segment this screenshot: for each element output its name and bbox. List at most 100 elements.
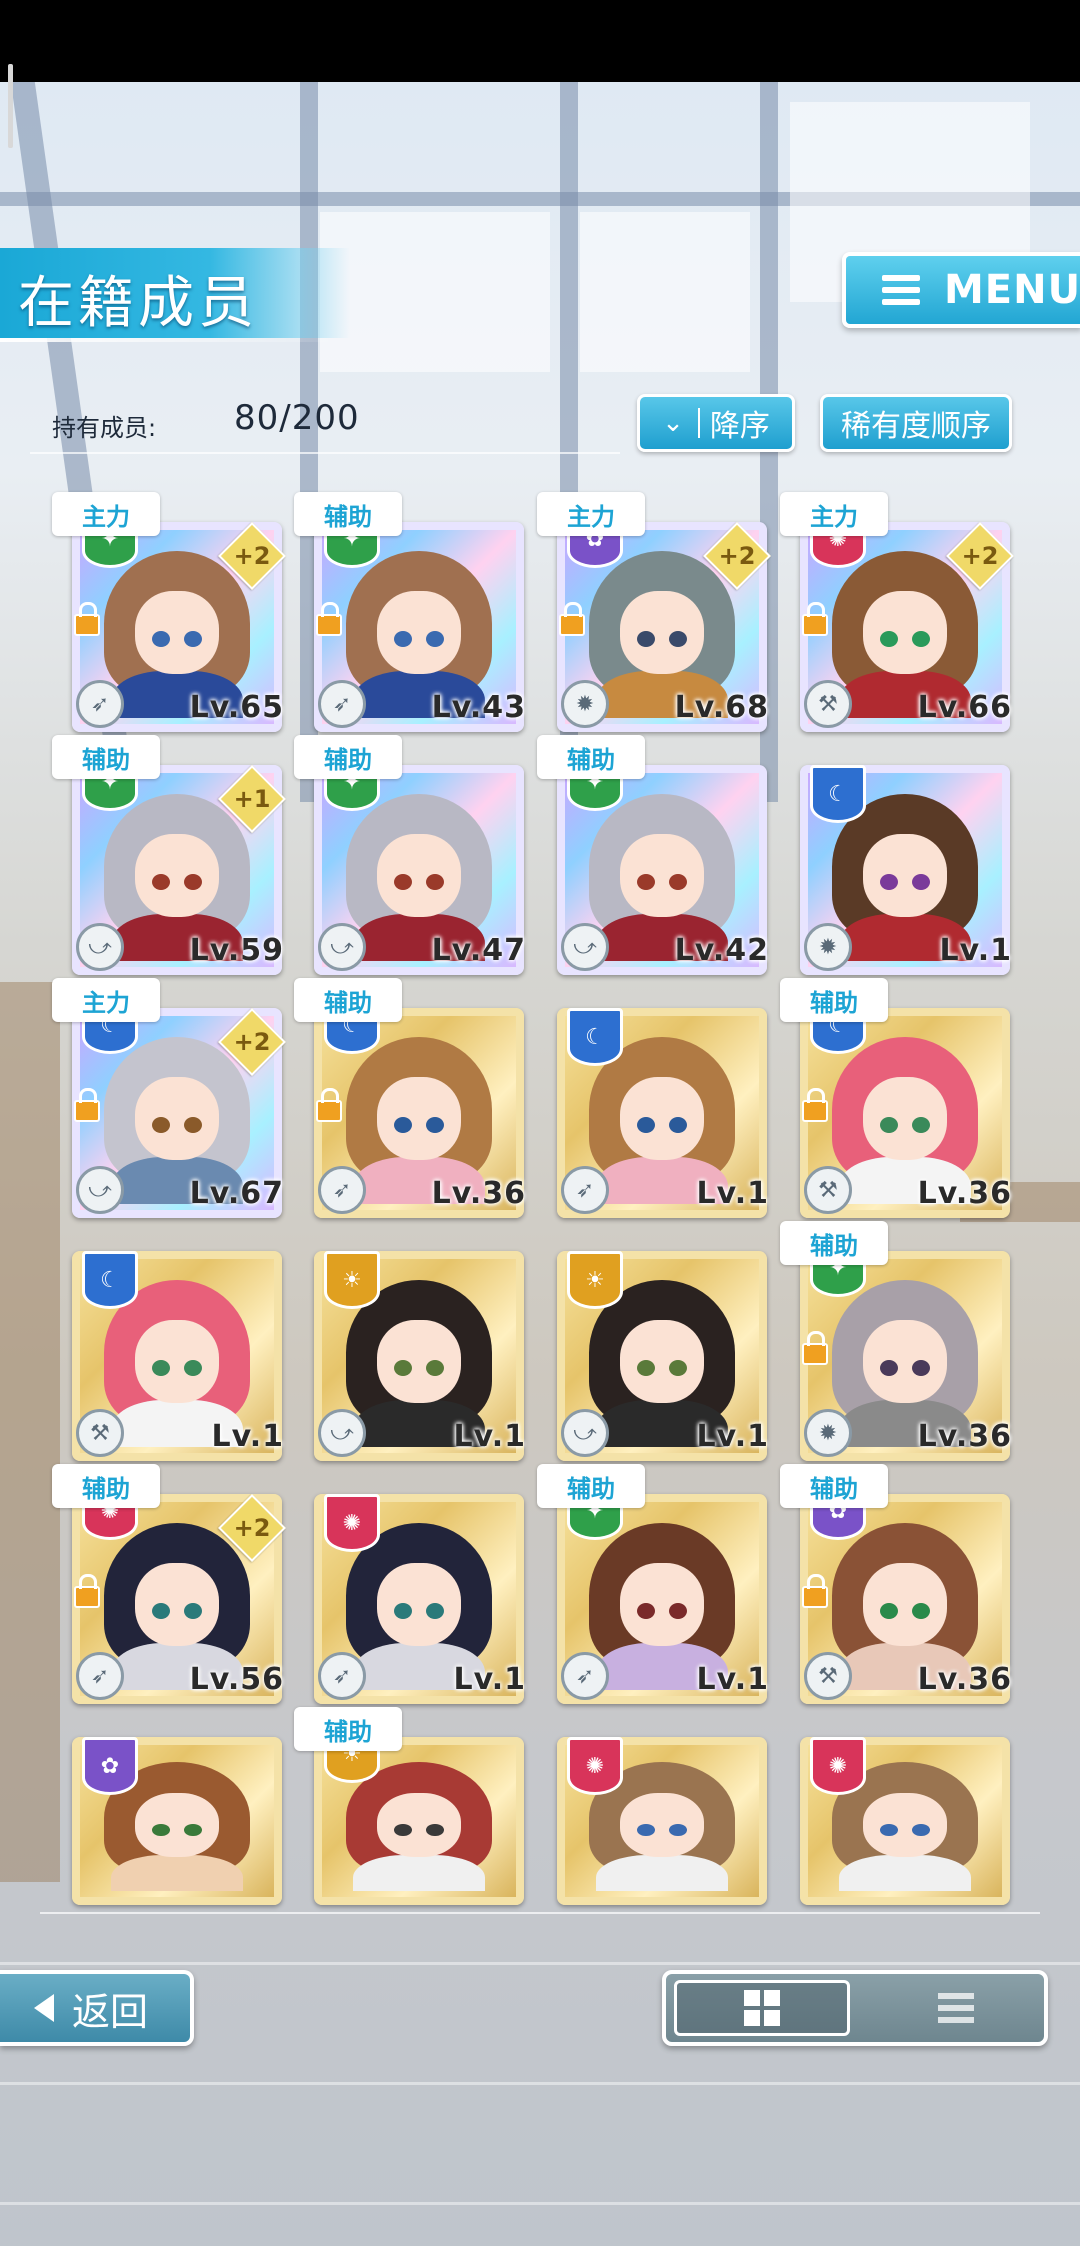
- portrait-face: [863, 1793, 947, 1858]
- wind-icon: ➶: [318, 680, 366, 728]
- role-badge: 辅助: [294, 1707, 402, 1751]
- portrait-face: [135, 833, 219, 918]
- view-toggle: [662, 1970, 1048, 2046]
- role-badge: 辅助: [537, 735, 645, 779]
- card-level: Lv.1: [696, 1176, 769, 1211]
- portrait-eye: [879, 1602, 898, 1619]
- back-label: 返回: [72, 1989, 149, 2034]
- role-badge: 辅助: [294, 978, 402, 1022]
- lock-icon: [316, 1088, 342, 1122]
- portrait-face: [135, 590, 219, 675]
- wind-icon: ➶: [561, 1652, 609, 1700]
- member-count-value: 80/200: [234, 398, 360, 438]
- wind-icon: ➶: [561, 1166, 609, 1214]
- portrait-eye: [879, 1359, 898, 1376]
- card-level: Lv.36: [917, 1419, 1012, 1454]
- boot-icon: ⤻: [318, 1409, 366, 1457]
- portrait-face: [863, 1319, 947, 1404]
- portrait-face: [620, 1319, 704, 1404]
- lock-icon: [316, 602, 342, 636]
- attribute-blue-icon: ☾: [82, 1251, 138, 1309]
- portrait-eye: [879, 1116, 898, 1133]
- card-level: Lv.47: [431, 933, 526, 968]
- portrait-face: [135, 1319, 219, 1404]
- plus-rank-text: +2: [233, 542, 271, 570]
- portrait-eye: [151, 1116, 170, 1133]
- card-level: Lv.67: [189, 1176, 284, 1211]
- double-chevron-down-icon: ⌄: [662, 408, 700, 438]
- attribute-orange-icon: ☀: [567, 1251, 623, 1309]
- portrait-eye: [636, 630, 655, 647]
- portrait-face: [135, 1076, 219, 1161]
- card-level: Lv.36: [917, 1176, 1012, 1211]
- menu-button[interactable]: MENU: [842, 252, 1080, 328]
- grid-view-button[interactable]: [674, 1980, 850, 2036]
- portrait-eye: [151, 630, 170, 647]
- portrait-eye: [879, 630, 898, 647]
- portrait-outfit: [111, 1854, 243, 1891]
- back-button[interactable]: 返回: [0, 1970, 194, 2046]
- lock-icon: [74, 1574, 100, 1608]
- portrait-face: [377, 1562, 461, 1647]
- card-level: Lv.36: [431, 1176, 526, 1211]
- list-view-button[interactable]: [876, 1980, 1036, 2036]
- hammer-icon: ⚒: [804, 1652, 852, 1700]
- sort-order-button[interactable]: ⌄ 降序: [637, 394, 795, 452]
- portrait-eye: [879, 873, 898, 890]
- portrait-eye: [393, 1359, 412, 1376]
- portrait-face: [863, 1562, 947, 1647]
- gear-icon: ✹: [561, 680, 609, 728]
- portrait-eye: [393, 873, 412, 890]
- role-badge: 主力: [52, 978, 160, 1022]
- attribute-red-icon: ✺: [324, 1494, 380, 1552]
- card-level: Lv.1: [696, 1662, 769, 1697]
- portrait-eye: [636, 873, 655, 890]
- card-level: Lv.65: [189, 690, 284, 725]
- portrait-eye: [393, 630, 412, 647]
- lock-icon: [802, 602, 828, 636]
- portrait-face: [863, 1076, 947, 1161]
- plus-rank-text: +1: [233, 785, 271, 813]
- role-badge: 主力: [780, 492, 888, 536]
- role-badge: 辅助: [537, 1464, 645, 1508]
- lock-icon: [802, 1331, 828, 1365]
- wind-icon: ➶: [318, 1166, 366, 1214]
- member-count-label: 持有成员:: [52, 414, 157, 442]
- portrait-eye: [393, 1602, 412, 1619]
- left-triangle-icon: [34, 1994, 54, 2022]
- list-view-icon: [938, 1993, 974, 2023]
- sort-rarity-button[interactable]: 稀有度顺序: [820, 394, 1012, 452]
- portrait-outfit: [839, 1854, 971, 1891]
- role-badge: 辅助: [52, 1464, 160, 1508]
- portrait-outfit: [596, 1854, 728, 1891]
- card-level: Lv.1: [696, 1419, 769, 1454]
- plus-rank-text: +2: [961, 542, 999, 570]
- lock-icon: [559, 602, 585, 636]
- attribute-orange-icon: ☀: [324, 1251, 380, 1309]
- menu-label: MENU: [944, 267, 1080, 313]
- portrait-eye: [151, 1359, 170, 1376]
- role-badge: 辅助: [294, 735, 402, 779]
- portrait-face: [135, 1562, 219, 1647]
- wind-icon: ➶: [318, 1652, 366, 1700]
- portrait-face: [377, 1319, 461, 1404]
- portrait-face: [620, 590, 704, 675]
- card-level: Lv.59: [189, 933, 284, 968]
- portrait-face: [377, 590, 461, 675]
- portrait-face: [863, 833, 947, 918]
- status-bar: [0, 0, 1080, 82]
- card-level: Lv.1: [211, 1419, 284, 1454]
- divider: [30, 452, 620, 454]
- portrait-eye: [879, 1823, 898, 1837]
- portrait-eye: [636, 1823, 655, 1837]
- role-badge: 主力: [537, 492, 645, 536]
- portrait-eye: [151, 1602, 170, 1619]
- role-badge: 辅助: [780, 1464, 888, 1508]
- card-level: Lv.43: [431, 690, 526, 725]
- plus-rank-text: +2: [233, 1514, 271, 1542]
- sort-order-label: 降序: [709, 409, 770, 444]
- lock-icon: [74, 1088, 100, 1122]
- card-level: Lv.1: [453, 1662, 526, 1697]
- gear-icon: ✹: [804, 923, 852, 971]
- portrait-face: [135, 1793, 219, 1858]
